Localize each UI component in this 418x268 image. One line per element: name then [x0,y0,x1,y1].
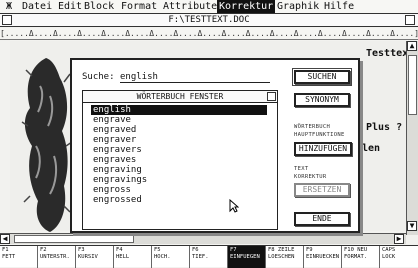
fkey-f9[interactable]: F9 EINRUECKEN [304,246,342,268]
dictionary-window: WÖRTERBUCH FENSTER english engrave engra… [82,90,278,230]
menu-hilfe[interactable]: Hilfe [324,0,354,13]
horizontal-scroll-thumb[interactable] [14,235,134,243]
scroll-left-arrow-icon[interactable]: ◀ [0,234,10,244]
list-item[interactable]: engrossed [91,195,267,205]
fkey-number: CAPS [382,247,396,253]
search-input[interactable]: english [120,72,270,83]
fkey-f5[interactable]: F5 HOCH. [152,246,190,268]
fkey-number: F3 [78,247,85,253]
fkey-label: KURSIV [78,254,98,260]
menu-graphik[interactable]: Graphik [277,0,319,13]
list-item[interactable]: engravers [91,145,267,155]
list-item[interactable]: engraver [91,135,267,145]
scroll-up-arrow-icon[interactable]: ▲ [407,41,417,51]
scroll-right-arrow-icon[interactable]: ▶ [394,234,404,244]
fkey-f6[interactable]: F6 TIEF. [190,246,228,268]
synonym-button[interactable]: SYNONYM [294,93,350,107]
function-key-bar: F1 FETT F2 UNTERSTR. F3 KURSIV F4 HELL F5 HOC… [0,245,418,268]
fkey-number: F9 [306,247,313,253]
search-label: Suche: [82,72,115,82]
suchen-button[interactable]: SUCHEN [292,68,352,86]
horizontal-scrollbar[interactable]: ◀ ▶ [0,233,406,244]
menu-block[interactable]: Block [84,0,114,13]
fkey-number: F4 [116,247,123,253]
menu-bar: Ж Datei Edit Block Format Attribute Korr… [0,0,418,13]
fkey-f2[interactable]: F2 UNTERSTR. [38,246,76,268]
hinzufuegen-button[interactable]: HINZUFÜGEN [294,142,352,156]
list-item[interactable]: engross [91,185,267,195]
list-item[interactable]: engrave [91,115,267,125]
hauptfunktione-label: HAUPTFUNKTIONE [294,132,345,138]
scroll-down-arrow-icon[interactable]: ▼ [407,221,417,231]
menu-format[interactable]: Format [121,0,157,13]
dictionary-title: WÖRTERBUCH FENSTER [83,91,277,103]
dictionary-list: english engrave engraved engraver engrav… [91,105,267,205]
fkey-f7[interactable]: F7 EINFUEGEN [228,246,266,268]
fkey-label: LOCK [382,254,396,260]
ruler[interactable]: [.....Δ....Δ....Δ....Δ....Δ....Δ....Δ...… [0,28,418,40]
list-item[interactable]: engravings [91,175,267,185]
fkey-number: F2 [40,247,47,253]
document-picture [21,58,72,232]
fkey-label: UNTERSTR. [40,254,70,260]
fuller-box-icon[interactable] [405,15,415,25]
korrektur-label: KORREKTUR [294,174,327,180]
fkey-f1[interactable]: F1 FETT [0,246,38,268]
list-item[interactable]: english [91,105,267,115]
fkey-number: F10 NEU [344,247,368,253]
menu-attribute[interactable]: Attribute [163,0,217,13]
menu-korrektur[interactable]: Korrektur [217,0,276,13]
document-line: len [362,143,381,154]
close-box-icon[interactable] [2,15,12,25]
list-item[interactable]: engraving [91,165,267,175]
vertical-scrollbar[interactable]: ▲ ▼ [406,41,418,235]
menu-edit[interactable]: Edit [58,0,82,13]
list-item[interactable]: engraves [91,155,267,165]
fkey-number: F8 ZEILE [268,247,295,253]
text-label: TEXT [294,166,309,172]
dictionary-title-text: WÖRTERBUCH FENSTER [136,92,224,101]
ende-button[interactable]: ENDE [294,212,350,226]
fkey-f8[interactable]: F8 ZEILE LOESCHEN [266,246,304,268]
fkey-label: TIEF. [192,254,209,260]
fkey-f3[interactable]: F3 KURSIV [76,246,114,268]
fkey-label: HOCH. [154,254,171,260]
fkey-number: F5 [154,247,161,253]
vertical-scroll-thumb[interactable] [408,55,417,115]
caps-lock-indicator: CAPS LOCK [380,246,418,268]
fkey-number: F7 [230,247,237,253]
document-line: Plus ? [366,122,403,133]
fkey-label: FORMAT. [344,254,368,260]
ersetzen-button[interactable]: ERSETZEN [294,183,350,197]
ruler-text: [.....Δ....Δ....Δ....Δ....Δ....Δ....Δ...… [0,29,418,38]
fkey-f10[interactable]: F10 NEU FORMAT. [342,246,380,268]
fkey-number: F1 [2,247,9,253]
mouse-pointer-icon [229,199,239,213]
fkey-f4[interactable]: F4 HELL [114,246,152,268]
dictionary-close-box-icon[interactable] [267,92,276,101]
fkey-label: EINFUEGEN [230,254,260,260]
window-title-bar[interactable]: F:\TESTTEXT.DOC [0,13,418,27]
fkey-label: EINRUECKEN [306,254,340,260]
fkey-label: HELL [116,254,130,260]
menu-datei[interactable]: Datei [22,0,52,13]
atari-logo-icon[interactable]: Ж [6,0,12,13]
spell-check-dialog: Suche: english WÖRTERBUCH FENSTER englis… [70,58,360,233]
list-item[interactable]: engraved [91,125,267,135]
window-title: F:\TESTTEXT.DOC [168,15,250,25]
fkey-number: F6 [192,247,199,253]
fkey-label: FETT [2,254,16,260]
woerterbuch-label: WÖRTERBUCH [294,124,331,130]
fkey-label: LOESCHEN [268,254,295,260]
